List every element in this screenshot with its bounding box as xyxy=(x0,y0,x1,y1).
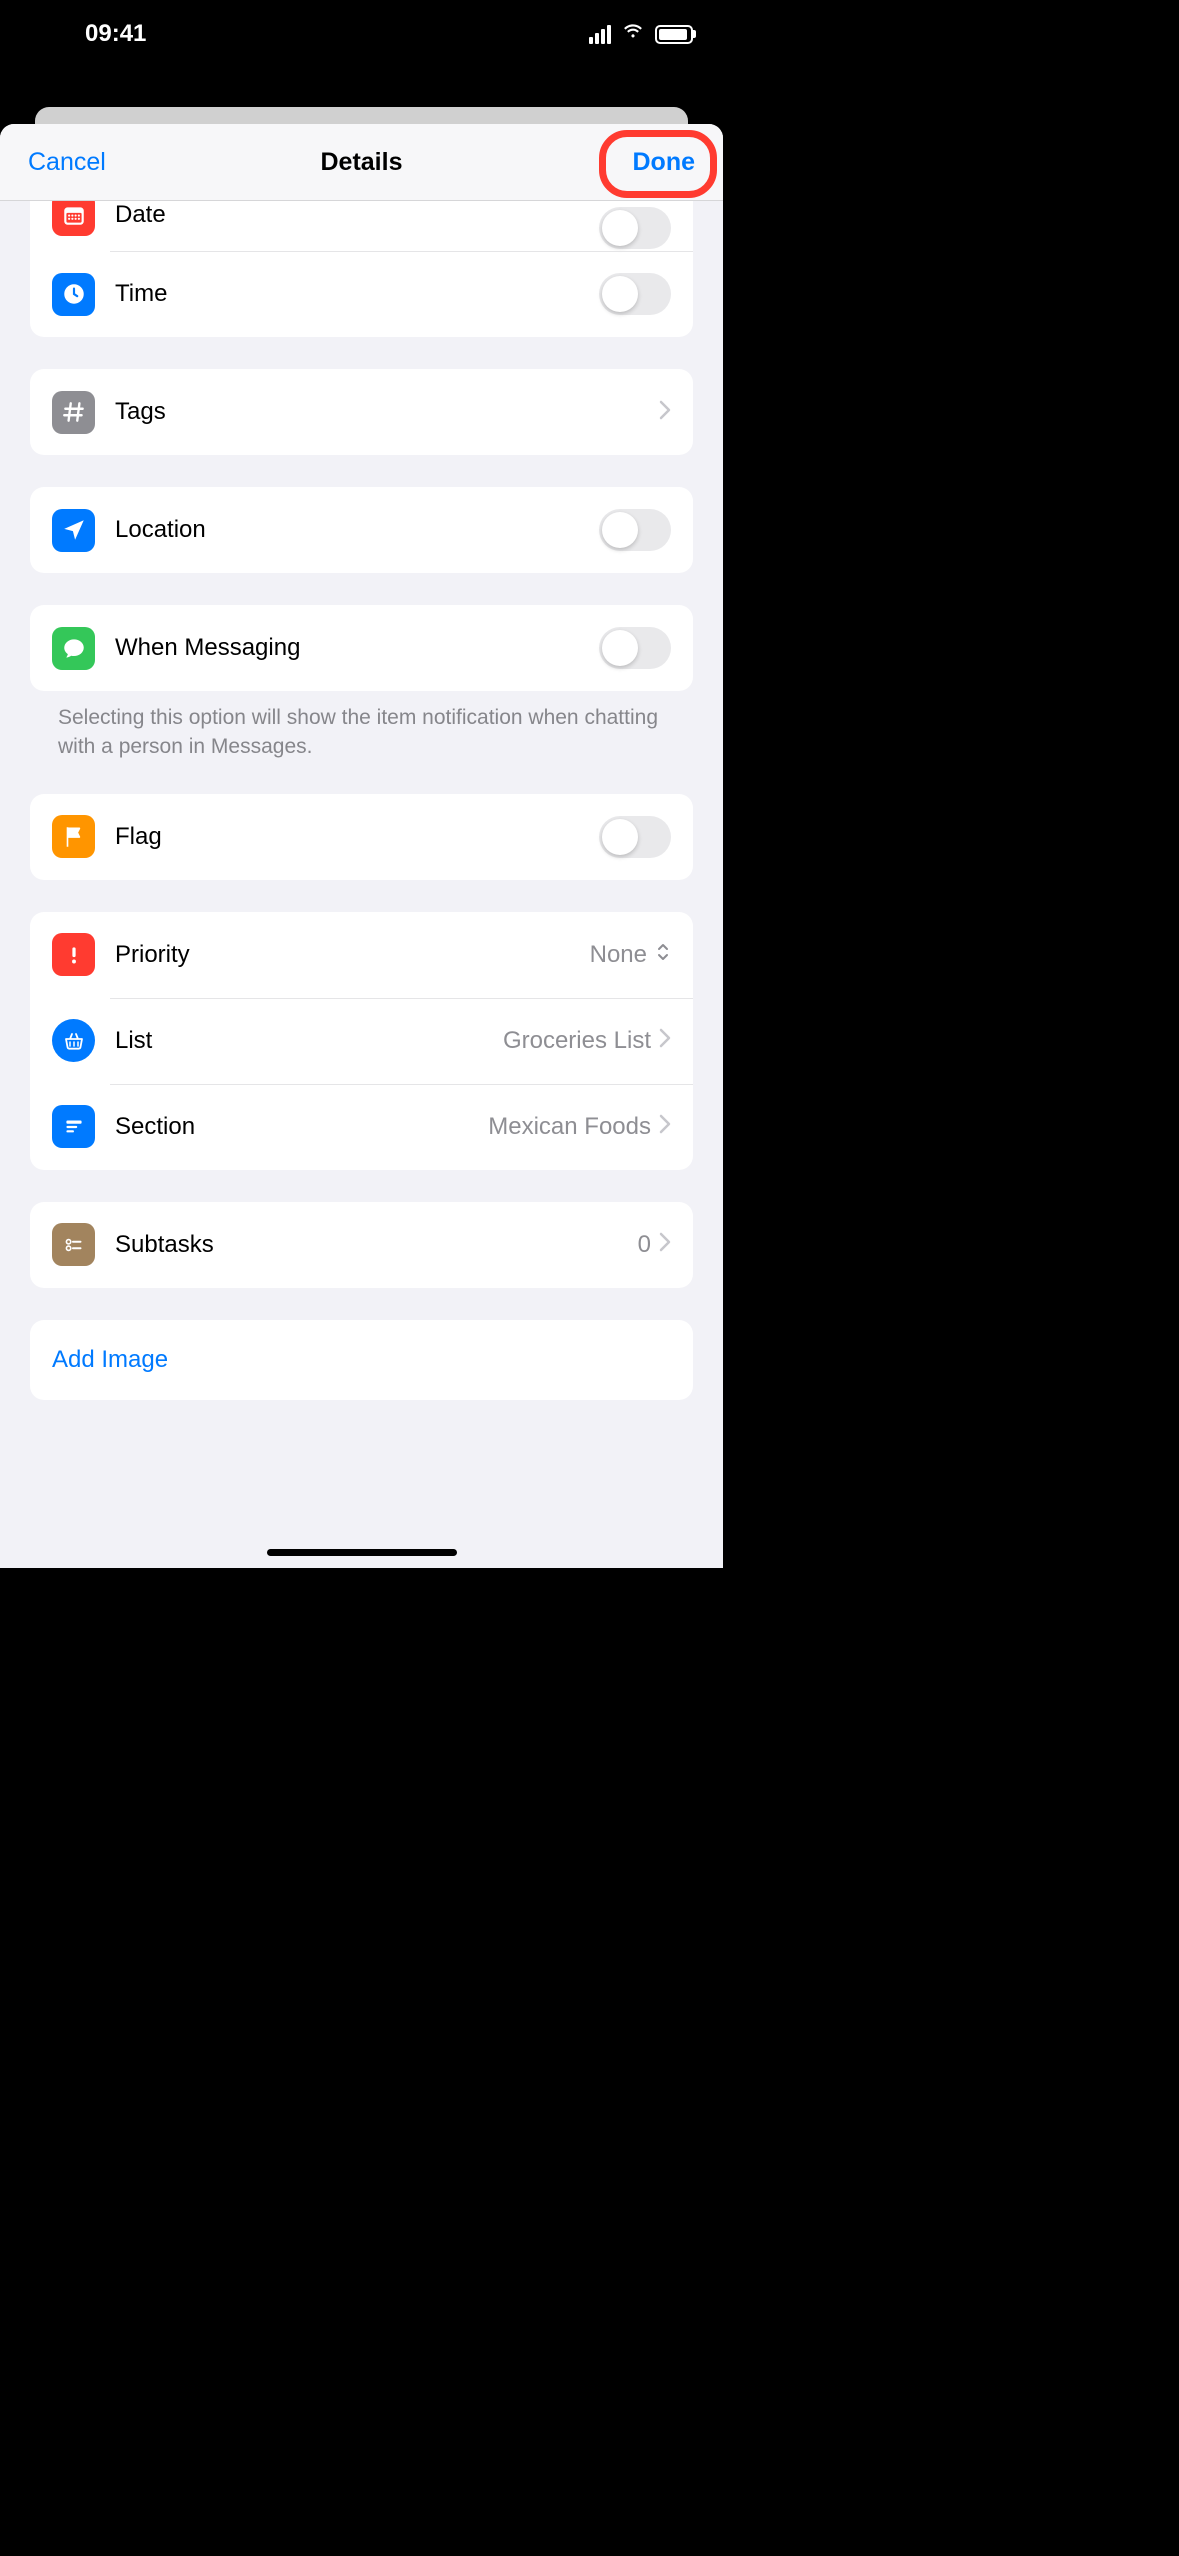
content-scroll[interactable]: Date Time Tags xyxy=(0,201,723,1568)
group-tags: Tags xyxy=(30,369,693,455)
row-flag[interactable]: Flag xyxy=(30,794,693,880)
chevron-right-icon xyxy=(659,1114,671,1139)
row-section[interactable]: Section Mexican Foods xyxy=(30,1084,693,1170)
status-indicators xyxy=(589,19,693,50)
status-time: 09:41 xyxy=(85,20,146,48)
date-toggle[interactable] xyxy=(599,207,671,249)
group-flag: Flag xyxy=(30,794,693,880)
basket-icon xyxy=(52,1019,95,1062)
messaging-footer-note: Selecting this option will show the item… xyxy=(30,691,693,762)
row-label: Flag xyxy=(115,823,599,851)
row-messaging[interactable]: When Messaging xyxy=(30,605,693,691)
row-label: Time xyxy=(115,280,599,308)
list-value: Groceries List xyxy=(503,1027,651,1055)
group-messaging: When Messaging xyxy=(30,605,693,691)
section-list-icon xyxy=(52,1105,95,1148)
row-subtasks[interactable]: Subtasks 0 xyxy=(30,1202,693,1288)
nav-title: Details xyxy=(0,148,723,177)
wifi-icon xyxy=(621,19,645,50)
chevron-right-icon xyxy=(659,400,671,425)
group-add-image: Add Image xyxy=(30,1320,693,1400)
clock-icon xyxy=(52,273,95,316)
chevron-right-icon xyxy=(659,1028,671,1053)
row-label: Date xyxy=(115,201,599,229)
exclamation-icon xyxy=(52,933,95,976)
message-icon xyxy=(52,627,95,670)
location-toggle[interactable] xyxy=(599,509,671,551)
row-label: Subtasks xyxy=(115,1231,638,1259)
location-icon xyxy=(52,509,95,552)
section-value: Mexican Foods xyxy=(488,1113,651,1141)
group-priority-list-section: Priority None List Groceries List xyxy=(30,912,693,1170)
row-label: Priority xyxy=(115,941,590,969)
subtasks-value: 0 xyxy=(638,1231,651,1259)
home-indicator[interactable] xyxy=(267,1549,457,1556)
row-label: Section xyxy=(115,1113,488,1141)
flag-icon xyxy=(52,815,95,858)
row-time[interactable]: Time xyxy=(30,251,693,337)
battery-icon xyxy=(655,25,693,44)
subtasks-icon xyxy=(52,1223,95,1266)
up-down-icon xyxy=(655,942,671,967)
row-label: Location xyxy=(115,516,599,544)
flag-toggle[interactable] xyxy=(599,816,671,858)
group-subtasks: Subtasks 0 xyxy=(30,1202,693,1288)
row-label: List xyxy=(115,1027,503,1055)
group-location: Location xyxy=(30,487,693,573)
cellular-icon xyxy=(589,25,611,44)
messaging-toggle[interactable] xyxy=(599,627,671,669)
time-toggle[interactable] xyxy=(599,273,671,315)
row-date[interactable]: Date xyxy=(30,201,693,251)
priority-value: None xyxy=(590,941,647,969)
row-tags[interactable]: Tags xyxy=(30,369,693,455)
status-bar: 09:41 xyxy=(0,0,723,68)
group-date-time: Date Time xyxy=(30,201,693,337)
row-list[interactable]: List Groceries List xyxy=(30,998,693,1084)
add-image-button[interactable]: Add Image xyxy=(30,1320,693,1400)
chevron-right-icon xyxy=(659,1232,671,1257)
done-button[interactable]: Done xyxy=(633,148,696,177)
row-priority[interactable]: Priority None xyxy=(30,912,693,998)
navigation-bar: Cancel Details Done xyxy=(0,124,723,201)
row-label: Tags xyxy=(115,398,659,426)
hash-icon xyxy=(52,391,95,434)
row-label: When Messaging xyxy=(115,634,599,662)
cancel-button[interactable]: Cancel xyxy=(28,148,106,177)
row-location[interactable]: Location xyxy=(30,487,693,573)
calendar-icon xyxy=(52,201,95,236)
details-sheet: Cancel Details Done Date Time xyxy=(0,124,723,1568)
